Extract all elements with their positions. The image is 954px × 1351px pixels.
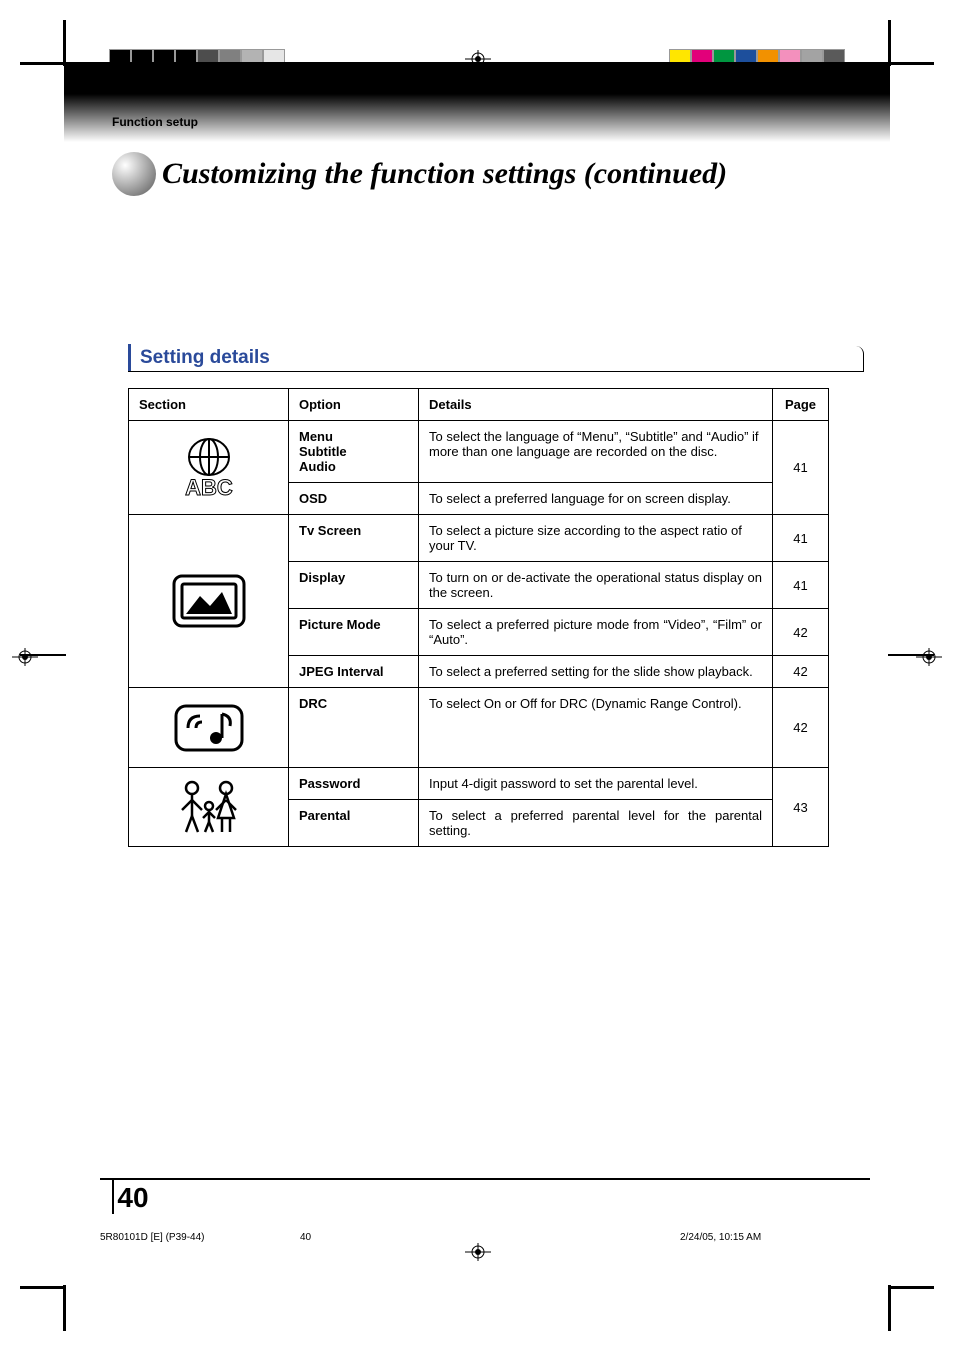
crop-mark — [888, 1285, 891, 1331]
family-icon — [170, 776, 248, 838]
crop-mark — [888, 20, 891, 66]
page-cell: 42 — [773, 688, 829, 768]
details-cell: To select a preferred parental level for… — [419, 800, 773, 847]
picture-frame-icon — [170, 572, 248, 630]
page-cell: 41 — [773, 515, 829, 562]
details-cell: To select the language of “Menu”, “Subti… — [419, 421, 773, 483]
details-cell: To select a preferred setting for the sl… — [419, 656, 773, 688]
option-cell: DRC — [289, 688, 419, 768]
option-label: Menu — [299, 429, 408, 444]
registration-mark-icon — [465, 1243, 491, 1261]
details-cell: To select a picture size according to th… — [419, 515, 773, 562]
details-cell: To turn on or de-activate the operationa… — [419, 562, 773, 609]
details-cell: Input 4-digit password to set the parent… — [419, 768, 773, 800]
page-cell: 41 — [773, 421, 829, 515]
option-cell: Menu Subtitle Audio — [289, 421, 419, 483]
details-cell: To select a preferred language for on sc… — [419, 483, 773, 515]
option-cell: JPEG Interval — [289, 656, 419, 688]
sub-heading-container: Setting details — [128, 346, 864, 372]
option-label: Subtitle — [299, 444, 408, 459]
crop-mark — [63, 20, 66, 66]
option-cell: Parental — [289, 800, 419, 847]
table-row: Tv Screen To select a picture size accor… — [129, 515, 829, 562]
page-title-row: Customizing the function settings (conti… — [112, 152, 727, 196]
header-banner — [64, 62, 890, 142]
table-row: ABC Menu Subtitle Audio To select the la… — [129, 421, 829, 483]
crop-mark — [63, 1285, 66, 1331]
registration-mark-icon — [916, 648, 942, 666]
footer: 5R80101D [E] (P39-44) 40 2/24/05, 10:15 … — [100, 1232, 864, 1243]
crop-mark — [888, 62, 934, 65]
details-cell: To select a preferred picture mode from … — [419, 609, 773, 656]
section-icon-parental — [129, 768, 289, 847]
table-row: Password Input 4-digit password to set t… — [129, 768, 829, 800]
table-row: DRC To select On or Off for DRC (Dynamic… — [129, 688, 829, 768]
option-cell: Picture Mode — [289, 609, 419, 656]
details-cell: To select On or Off for DRC (Dynamic Ran… — [419, 688, 773, 768]
page-title: Customizing the function settings (conti… — [142, 157, 727, 191]
crop-mark — [888, 1286, 934, 1289]
col-header-section: Section — [129, 389, 289, 421]
globe-abc-icon: ABC — [174, 433, 244, 503]
col-header-details: Details — [419, 389, 773, 421]
option-cell: Tv Screen — [289, 515, 419, 562]
sub-heading: Setting details — [140, 347, 270, 368]
section-label: Function setup — [112, 115, 198, 129]
option-label: Audio — [299, 459, 408, 474]
svg-text:ABC: ABC — [185, 475, 233, 500]
music-note-icon — [170, 700, 248, 756]
option-cell: Display — [289, 562, 419, 609]
option-cell: Password — [289, 768, 419, 800]
footer-right: 2/24/05, 10:15 AM — [500, 1232, 864, 1243]
footer-left: 5R80101D [E] (P39-44) — [100, 1232, 300, 1243]
page-cell: 41 — [773, 562, 829, 609]
page-cell: 42 — [773, 656, 829, 688]
col-header-page: Page — [773, 389, 829, 421]
section-icon-picture — [129, 515, 289, 688]
page-cell: 43 — [773, 768, 829, 847]
bullet-sphere-icon — [112, 152, 156, 196]
footer-center: 40 — [300, 1232, 500, 1243]
page-cell: 42 — [773, 609, 829, 656]
crop-mark — [20, 1286, 66, 1289]
page-number: 40 — [112, 1178, 152, 1214]
col-header-option: Option — [289, 389, 419, 421]
section-icon-audio — [129, 688, 289, 768]
settings-table: Section Option Details Page ABC Menu Sub… — [128, 388, 829, 847]
page-number-rule — [100, 1178, 870, 1180]
crop-mark — [20, 62, 66, 65]
registration-mark-icon — [12, 648, 38, 666]
option-cell: OSD — [289, 483, 419, 515]
section-icon-language: ABC — [129, 421, 289, 515]
